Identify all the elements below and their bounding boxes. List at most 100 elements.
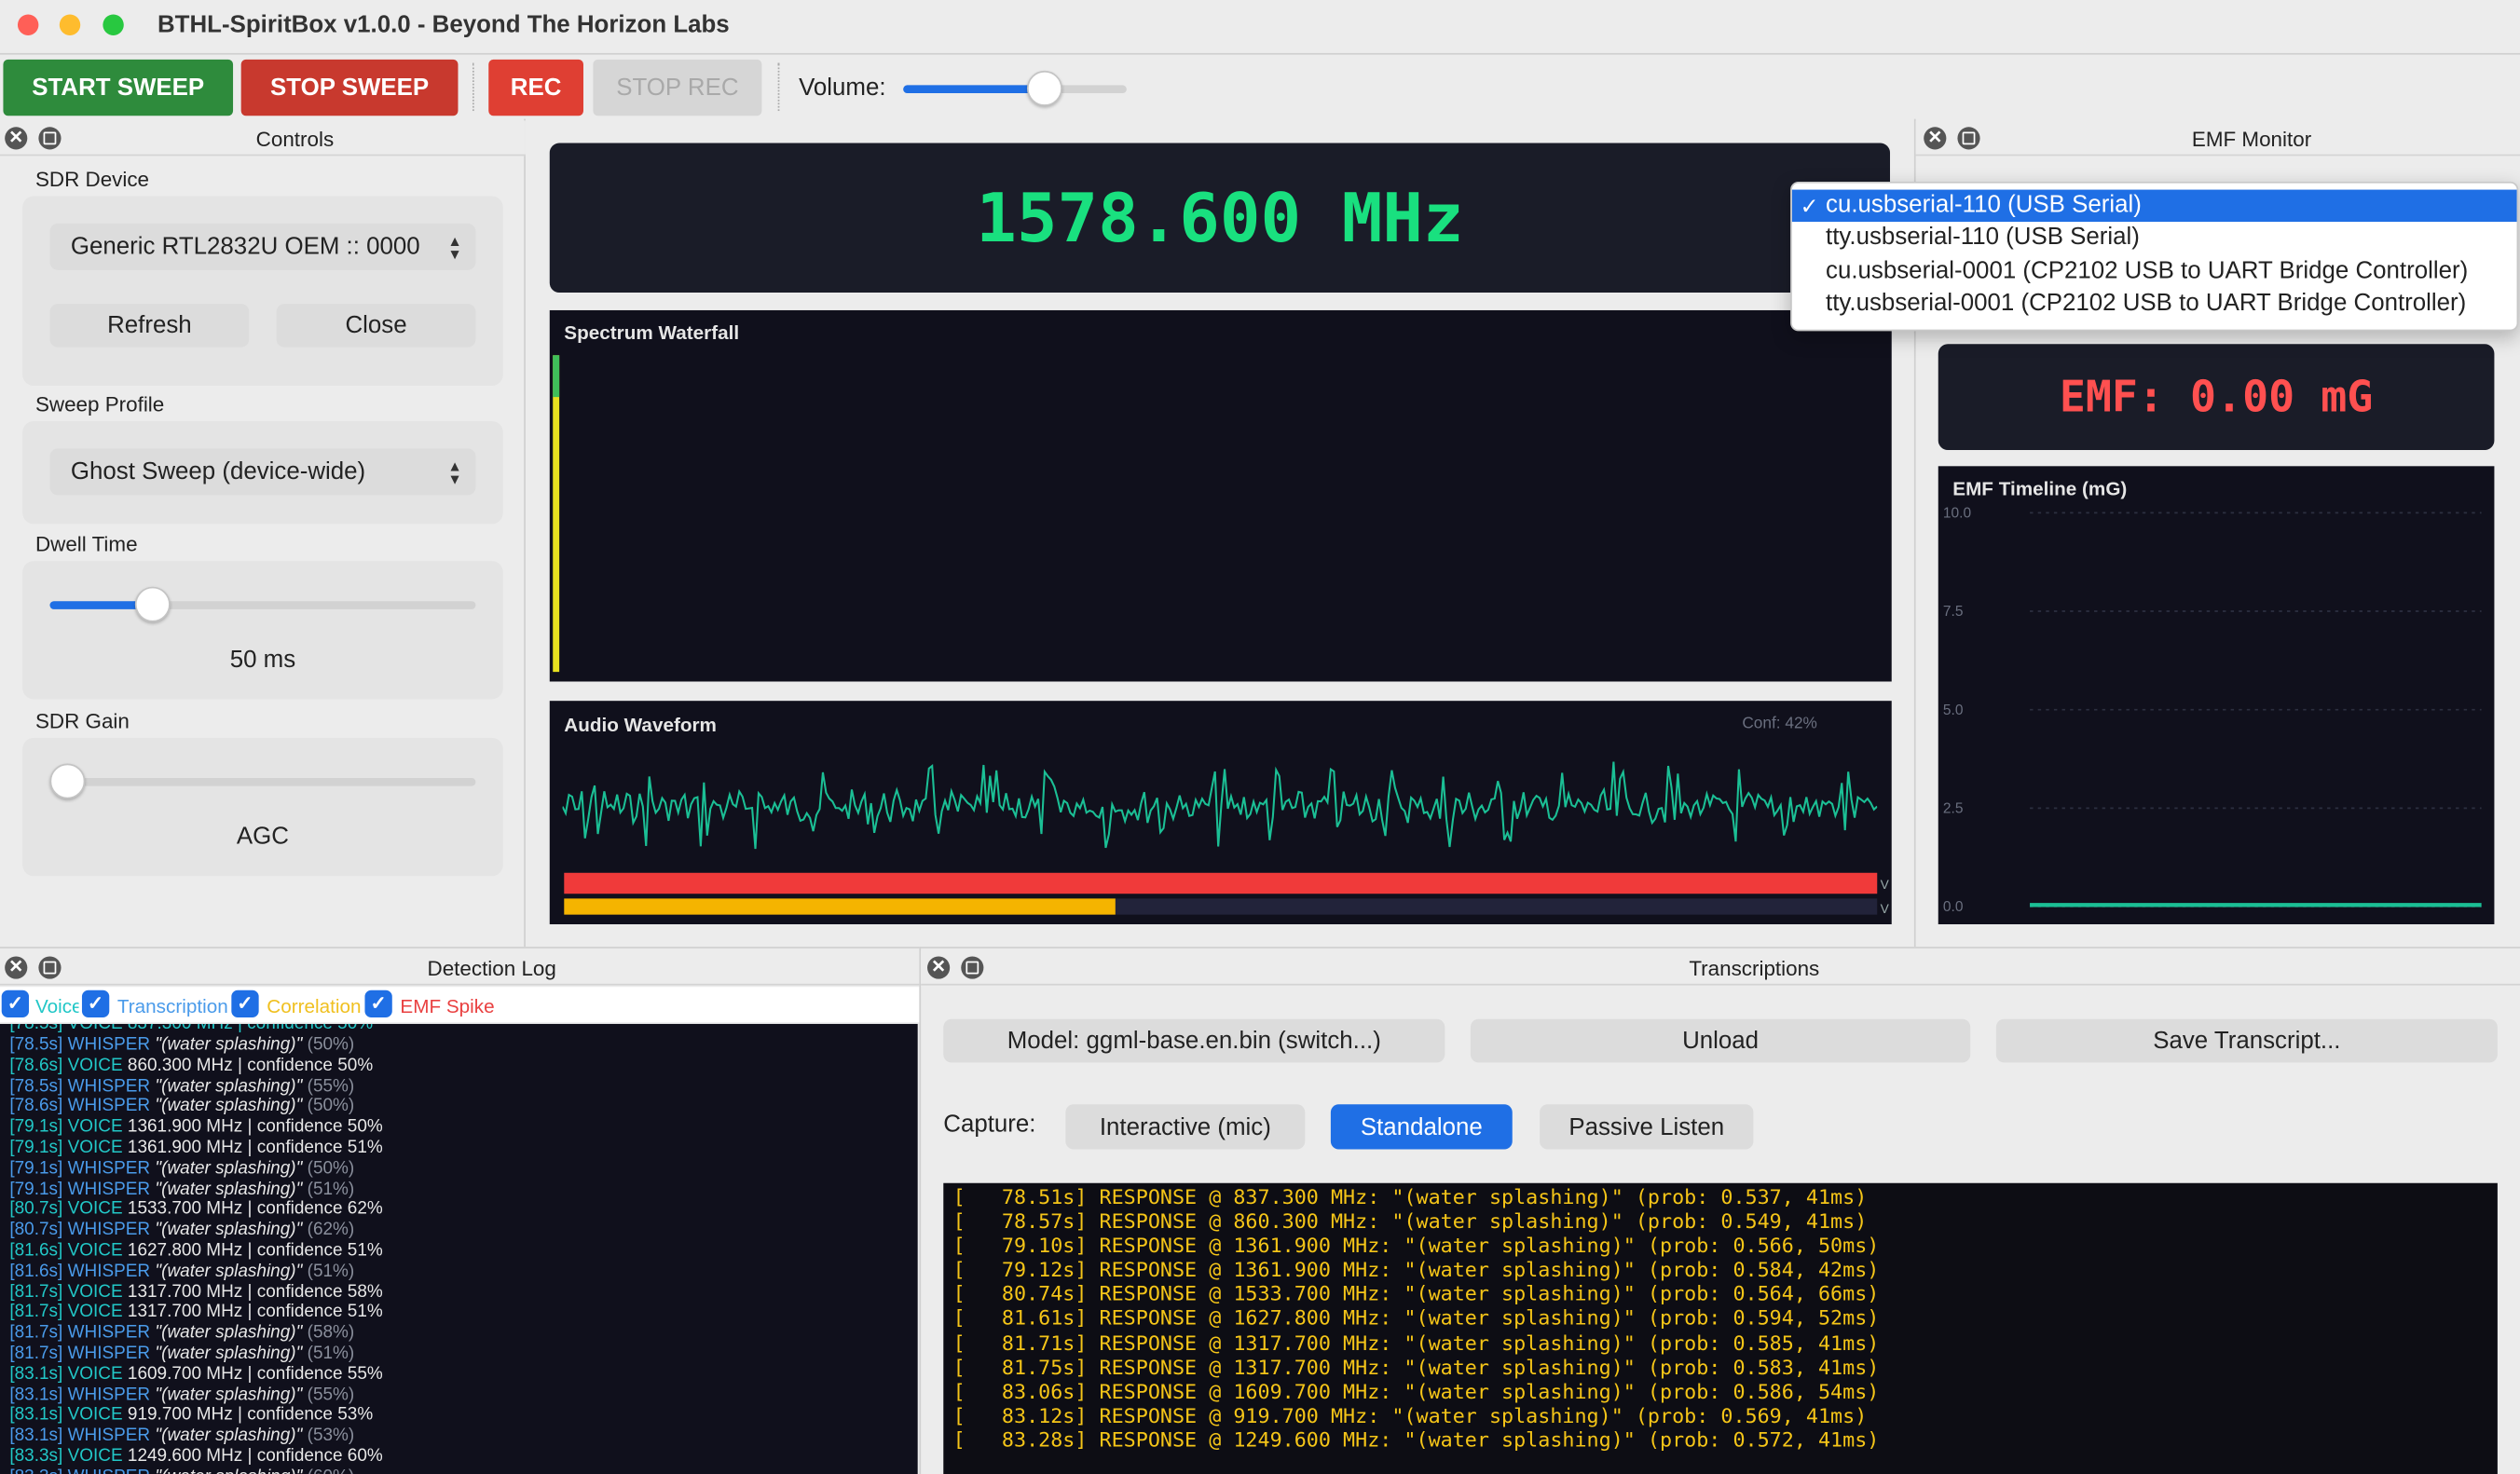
log-message: 1609.700 MHz | confidence 55% xyxy=(127,1364,383,1384)
serial-port-dropdown[interactable]: cu.usbserial-110 (USB Serial) ✓ tty.usbs… xyxy=(1790,181,2519,332)
transcript-line: [ 83.12s] RESPONSE @ 919.700 MHz: "(wate… xyxy=(952,1402,1868,1427)
log-timestamp: [79.1s] xyxy=(9,1117,63,1138)
log-timestamp: [83.1s] xyxy=(9,1405,63,1426)
zoom-window-button[interactable] xyxy=(103,14,124,35)
stop-sweep-button[interactable]: STOP SWEEP xyxy=(240,59,459,116)
log-entry: [83.1s] VOICE 919.700 MHz | confidence 5… xyxy=(9,1405,382,1426)
log-timestamp: [83.1s] xyxy=(9,1385,63,1405)
sdr-device-select[interactable]: Generic RTL2832U OEM :: 0000 ▲ ▼ xyxy=(49,223,476,270)
minimize-window-button[interactable] xyxy=(59,14,81,35)
passive-listen-mode-button[interactable]: Passive Listen xyxy=(1540,1104,1754,1150)
serial-port-option[interactable]: tty.usbserial-0001 (CP2102 USB to UART B… xyxy=(1792,288,2517,321)
audio-waveform-panel: Audio Waveform Conf: 42% V V xyxy=(549,701,1892,924)
dwell-time-label: Dwell Time xyxy=(34,532,138,556)
log-timestamp: [81.7s] xyxy=(9,1303,63,1322)
y-tick-label: 5.0 xyxy=(1943,703,1964,718)
yellow-bar-suffix: V xyxy=(1880,901,1889,917)
log-message: "(water splashing)" xyxy=(155,1097,303,1116)
log-timestamp: [78.6s] xyxy=(9,1097,63,1116)
emf-monitor-title: EMF Monitor xyxy=(2191,127,2312,152)
log-confidence: (51%) xyxy=(307,1344,355,1363)
sdr-gain-value: AGC xyxy=(236,823,289,851)
log-timestamp: [78.5s] xyxy=(9,1035,63,1055)
log-confidence: (50%) xyxy=(307,1097,355,1116)
toolbar: START SWEEP STOP SWEEP REC STOP REC Volu… xyxy=(0,52,2520,117)
log-message: "(water splashing)" xyxy=(155,1179,303,1199)
yellow-level-bar xyxy=(564,898,1116,915)
spectrum-waterfall: Spectrum Waterfall xyxy=(549,309,1892,682)
log-kind: WHISPER xyxy=(67,1220,151,1240)
toolbar-separator xyxy=(777,62,780,112)
voice-filter-checkbox[interactable]: ✓ xyxy=(1,989,30,1018)
log-kind: VOICE xyxy=(67,1117,123,1138)
log-entry: [81.6s] WHISPER "(water splashing)" (51%… xyxy=(9,1262,382,1282)
log-timestamp: [79.1s] xyxy=(9,1158,63,1179)
serial-port-option[interactable]: cu.usbserial-110 (USB Serial) xyxy=(1791,189,2517,223)
emf-spike-filter-checkbox[interactable]: ✓ xyxy=(364,989,392,1018)
log-kind: VOICE xyxy=(67,1056,123,1075)
voice-filter-label: Voice xyxy=(34,994,79,1018)
volume-label: Volume: xyxy=(799,74,886,102)
refresh-button[interactable]: Refresh xyxy=(49,304,250,348)
log-timestamp: [78.6s] xyxy=(9,1056,63,1075)
emf-timeline-plot: 0.0 2.5 5.0 7.5 10.0 xyxy=(1943,506,2482,915)
log-entry: [79.1s] VOICE 1361.900 MHz | confidence … xyxy=(9,1138,382,1158)
start-sweep-button[interactable]: START SWEEP xyxy=(3,59,234,116)
unload-button[interactable]: Unload xyxy=(1470,1018,1971,1063)
controls-title: Controls xyxy=(255,127,335,152)
log-kind: VOICE xyxy=(67,1281,123,1302)
log-message: "(water splashing)" xyxy=(155,1344,303,1363)
transcript-line: [ 81.61s] RESPONSE @ 1627.800 MHz: "(wat… xyxy=(952,1305,1880,1331)
log-message: 860.300 MHz | confidence 50% xyxy=(127,1056,374,1075)
log-confidence: (51%) xyxy=(307,1179,355,1199)
close-device-button[interactable]: Close xyxy=(276,304,476,348)
transcript-line: [ 79.10s] RESPONSE @ 1361.900 MHz: "(wat… xyxy=(952,1233,1880,1258)
log-timestamp: [83.1s] xyxy=(9,1364,63,1384)
interactive-mode-button[interactable]: Interactive (mic) xyxy=(1065,1104,1306,1150)
log-kind: WHISPER xyxy=(67,1035,151,1055)
close-window-button[interactable] xyxy=(17,14,39,35)
log-entry: [80.7s] VOICE 1533.700 MHz | confidence … xyxy=(9,1200,382,1221)
log-timestamp: [79.1s] xyxy=(9,1179,63,1199)
log-timestamp: [83.3s] xyxy=(9,1446,63,1467)
window-title: BTHL-SpiritBox v1.0.0 - Beyond The Horiz… xyxy=(158,11,730,39)
waterfall-trace xyxy=(553,355,560,673)
y-tick-label: 2.5 xyxy=(1943,801,1964,817)
serial-port-option[interactable]: tty.usbserial-110 (USB Serial) xyxy=(1792,222,2517,254)
log-message: "(water splashing)" xyxy=(155,1158,303,1179)
transcript-line: [ 78.57s] RESPONSE @ 860.300 MHz: "(wate… xyxy=(952,1208,1868,1234)
emf-spike-filter-label: EMF Spike xyxy=(400,994,495,1018)
transcript-output[interactable]: [ 78.51s] RESPONSE @ 837.300 MHz: "(wate… xyxy=(943,1182,2498,1474)
transcript-line: [ 81.75s] RESPONSE @ 1317.700 MHz: "(wat… xyxy=(952,1354,1880,1379)
log-message: 1361.900 MHz | confidence 51% xyxy=(127,1138,383,1158)
log-entry: [80.7s] WHISPER "(water splashing)" (62%… xyxy=(9,1221,382,1241)
log-kind: WHISPER xyxy=(67,1076,151,1096)
detection-log-list[interactable]: [78.5s] VOICE 837.300 MHz | confidence 5… xyxy=(0,1023,918,1474)
log-kind: WHISPER xyxy=(67,1097,151,1116)
model-switch-button[interactable]: Model: ggml-base.en.bin (switch...) xyxy=(943,1018,1445,1063)
log-timestamp: [79.1s] xyxy=(9,1138,63,1158)
sdr-gain-label: SDR Gain xyxy=(34,708,130,733)
save-transcript-button[interactable]: Save Transcript... xyxy=(1995,1018,2498,1063)
log-entry: [83.3s] VOICE 1249.600 MHz | confidence … xyxy=(9,1447,382,1467)
rec-button[interactable]: REC xyxy=(488,59,583,116)
log-message: 1533.700 MHz | confidence 62% xyxy=(127,1199,383,1220)
dwell-time-value: 50 ms xyxy=(229,646,296,674)
log-confidence: (50%) xyxy=(307,1035,355,1055)
correlation-filter-checkbox[interactable]: ✓ xyxy=(231,989,259,1018)
log-entry: [79.1s] WHISPER "(water splashing)" (50%… xyxy=(9,1158,382,1179)
title-bar: BTHL-SpiritBox v1.0.0 - Beyond The Horiz… xyxy=(0,0,2520,52)
log-kind: WHISPER xyxy=(67,1179,151,1199)
y-tick-label: 10.0 xyxy=(1943,506,1972,522)
log-timestamp: [80.7s] xyxy=(9,1199,63,1220)
sweep-profile-select[interactable]: Ghost Sweep (device-wide) ▲ ▼ xyxy=(49,448,476,496)
serial-port-option[interactable]: cu.usbserial-0001 (CP2102 USB to UART Br… xyxy=(1792,255,2517,288)
transcription-filter-checkbox[interactable]: ✓ xyxy=(81,989,110,1018)
transcript-line: [ 79.12s] RESPONSE @ 1361.900 MHz: "(wat… xyxy=(952,1257,1880,1282)
log-timestamp: [81.6s] xyxy=(9,1261,63,1281)
transcript-line: [ 83.06s] RESPONSE @ 1609.700 MHz: "(wat… xyxy=(952,1378,1880,1403)
standalone-mode-button[interactable]: Standalone xyxy=(1330,1104,1513,1150)
sweep-profile-label: Sweep Profile xyxy=(34,391,165,416)
stop-rec-button[interactable]: STOP REC xyxy=(593,59,762,116)
log-entry: [81.7s] VOICE 1317.700 MHz | confidence … xyxy=(9,1282,382,1303)
